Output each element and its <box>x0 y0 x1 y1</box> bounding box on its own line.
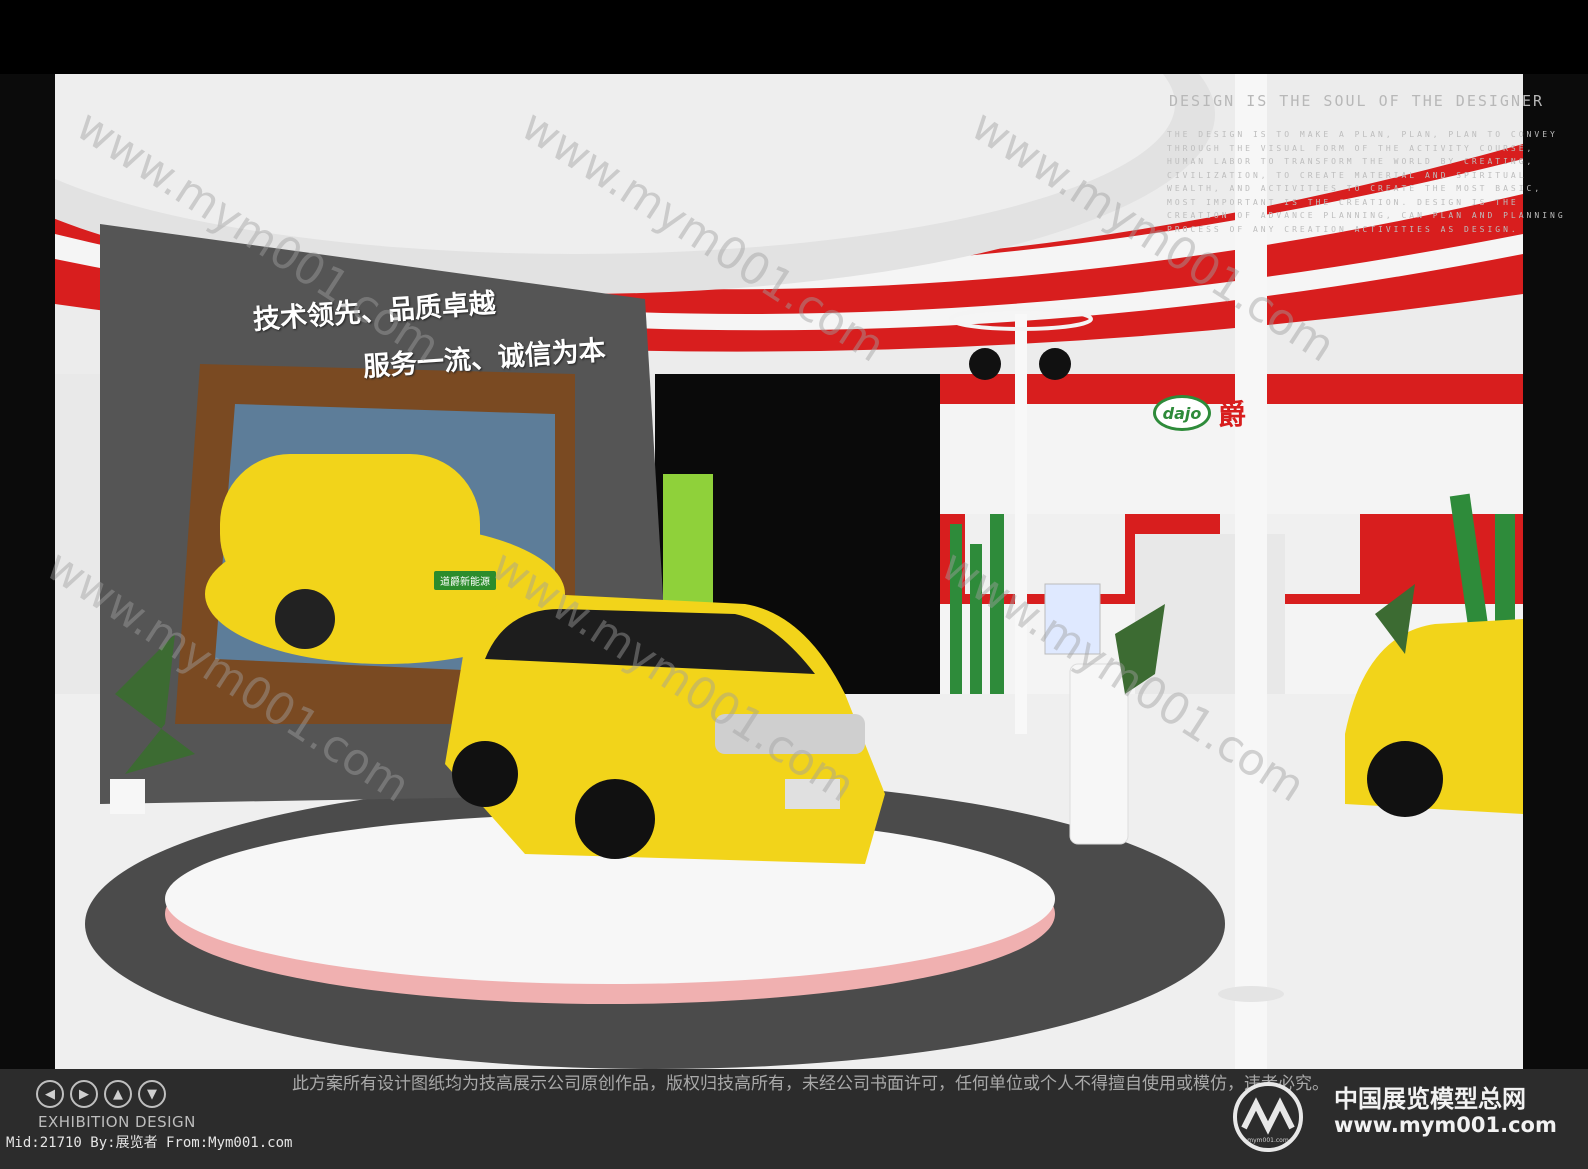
top-black-band <box>0 0 1588 74</box>
prev-arrow-button[interactable]: ◀ <box>36 1080 64 1108</box>
design-paragraph: THE DESIGN IS TO MAKE A PLAN, PLAN, PLAN… <box>1167 130 1566 234</box>
next-arrow-button[interactable]: ▶ <box>70 1080 98 1108</box>
copyright-notice: 此方案所有设计图纸均为技高展示公司原创作品，版权归技高所有，未经公司书面许可，任… <box>292 1074 1329 1094</box>
brand-logo-badge: dajo <box>1153 395 1211 431</box>
model-id-label: Mid:21710 By:展览者 From:Mym001.com <box>6 1135 293 1151</box>
site-name: 中国展览模型总网 <box>1334 1085 1526 1113</box>
exhibition-design-label: EXHIBITION DESIGN <box>38 1113 196 1131</box>
footer-bar: 此方案所有设计图纸均为技高展示公司原创作品，版权归技高所有，未经公司书面许可，任… <box>0 1069 1588 1169</box>
mym-logo-icon: mym001.com <box>1233 1082 1303 1152</box>
navigation-buttons: ◀ ▶ ▲ ▼ <box>36 1080 166 1108</box>
site-url[interactable]: www.mym001.com <box>1334 1113 1557 1137</box>
down-arrow-button[interactable]: ▼ <box>138 1080 166 1108</box>
brand-character: 爵 <box>1218 398 1247 431</box>
up-arrow-button[interactable]: ▲ <box>104 1080 132 1108</box>
design-heading: DESIGN IS THE SOUL OF THE DESIGNER <box>1169 92 1545 110</box>
svg-text:mym001.com: mym001.com <box>1247 1137 1289 1144</box>
